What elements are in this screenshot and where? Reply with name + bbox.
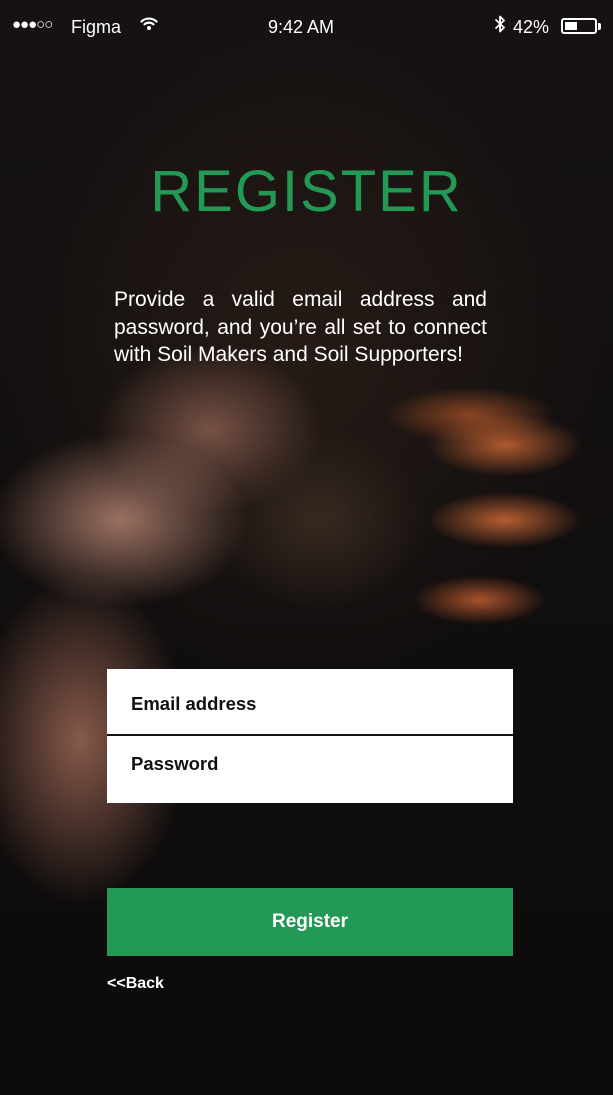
status-bar: ●●●○○ Figma 9:42 AM 42% bbox=[0, 0, 613, 56]
signal-strength-icon: ●●●○○ bbox=[12, 16, 53, 33]
wifi-icon bbox=[140, 14, 158, 37]
back-link[interactable]: <<Back bbox=[107, 975, 164, 993]
password-field[interactable]: Password bbox=[107, 736, 513, 803]
battery-tip bbox=[598, 23, 601, 30]
register-screen: ●●●○○ Figma 9:42 AM 42% REGISTER Provide… bbox=[0, 0, 613, 1095]
email-field[interactable]: Email address bbox=[107, 669, 513, 736]
register-form: Email address Password bbox=[107, 669, 513, 803]
battery-percentage: 42% bbox=[513, 17, 550, 37]
page-title: REGISTER bbox=[150, 159, 463, 224]
status-time: 9:42 AM bbox=[268, 17, 335, 37]
carrier-name: Figma bbox=[71, 17, 122, 37]
intro-text: Provide a valid email address and passwo… bbox=[114, 288, 487, 366]
battery-level bbox=[565, 22, 577, 30]
password-field-placeholder: Password bbox=[131, 753, 219, 774]
bluetooth-icon bbox=[494, 14, 506, 39]
email-field-placeholder: Email address bbox=[131, 693, 257, 714]
battery-icon bbox=[561, 18, 597, 34]
register-button[interactable]: Register bbox=[107, 888, 513, 956]
